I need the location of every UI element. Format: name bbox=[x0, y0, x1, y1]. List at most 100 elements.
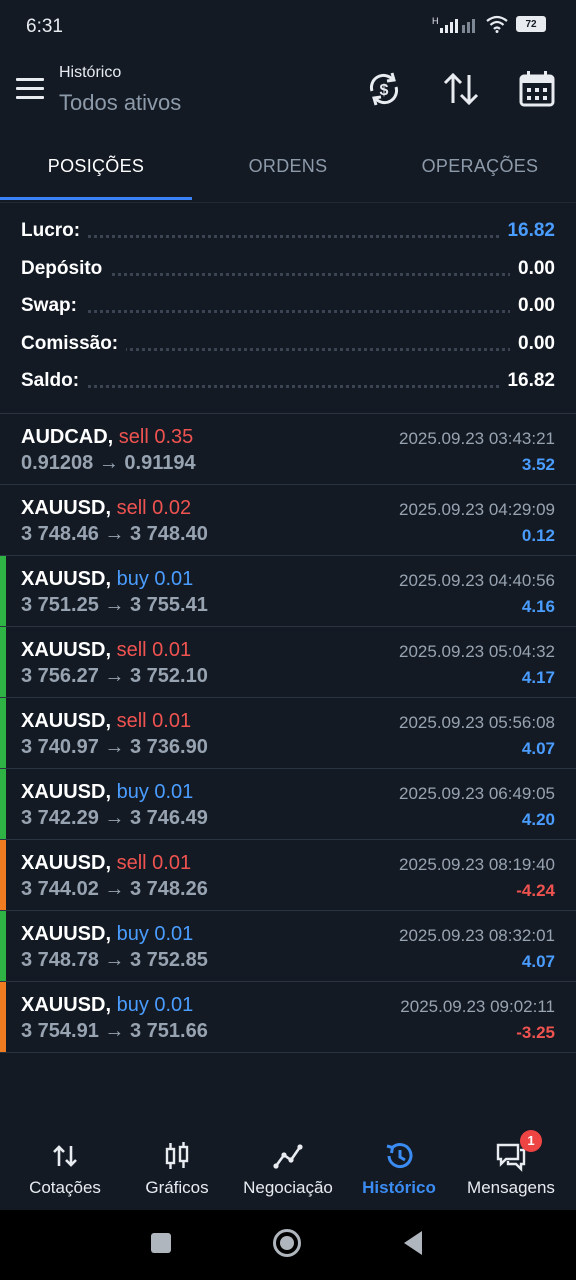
currency-exchange-icon[interactable]: $ bbox=[364, 69, 404, 109]
nav-charts-label: Gráficos bbox=[145, 1178, 209, 1197]
position-side-volume: buy 0.01 bbox=[116, 568, 194, 590]
symbol-filter[interactable]: Todos ativos bbox=[59, 90, 181, 116]
nav-quotes[interactable]: Cotações bbox=[10, 1128, 120, 1210]
active-tab-indicator bbox=[0, 197, 192, 200]
leader-dots bbox=[21, 310, 555, 313]
position-row[interactable]: XAUUSD, sell 0.01 3 740.97 → 3 736.90 2025… bbox=[0, 698, 576, 769]
position-side-volume: buy 0.01 bbox=[116, 994, 194, 1016]
nav-trade-label: Negociação bbox=[243, 1178, 333, 1197]
position-time: 2025.09.23 06:49:05 bbox=[399, 784, 555, 803]
leader-dots bbox=[21, 235, 555, 238]
battery-icon: 72 bbox=[516, 16, 546, 32]
position-profit: -3.25 bbox=[516, 1023, 555, 1042]
position-prices: 3 748.78 → 3 752.85 bbox=[21, 949, 208, 971]
position-symbol: XAUUSD, bbox=[21, 710, 112, 732]
nav-charts[interactable]: Gráficos bbox=[122, 1128, 232, 1210]
back-icon[interactable] bbox=[402, 1230, 424, 1256]
position-symbol: XAUUSD, bbox=[21, 852, 112, 874]
position-prices: 3 756.27 → 3 752.10 bbox=[21, 665, 208, 687]
summary-value: 0.00 bbox=[510, 257, 555, 280]
result-indicator bbox=[0, 982, 6, 1052]
tab-deals[interactable]: OPERAÇÕES bbox=[384, 140, 576, 200]
charts-icon bbox=[165, 1142, 189, 1169]
summary-value: 0.00 bbox=[510, 295, 555, 317]
position-prices: 0.91208 → 0.91194 bbox=[21, 452, 196, 474]
position-time: 2025.09.23 04:40:56 bbox=[399, 571, 555, 590]
position-profit: 4.17 bbox=[521, 668, 555, 687]
summary-value: 0.00 bbox=[510, 332, 555, 355]
trade-icon bbox=[273, 1144, 303, 1169]
messages-badge: 1 bbox=[520, 1130, 542, 1152]
tab-orders[interactable]: ORDENS bbox=[192, 140, 384, 200]
position-profit: 4.07 bbox=[521, 952, 555, 971]
battery-level: 72 bbox=[525, 18, 537, 30]
summary-label: Comissão: bbox=[21, 332, 127, 355]
result-indicator bbox=[0, 698, 6, 768]
summary-label: Lucro: bbox=[21, 220, 89, 242]
nav-messages[interactable]: 1 Mensagens bbox=[456, 1128, 566, 1210]
position-row[interactable]: XAUUSD, buy 0.01 3 751.25 → 3 755.41 2025.… bbox=[0, 556, 576, 627]
nav-history[interactable]: Histórico bbox=[344, 1128, 454, 1210]
status-time: 6:31 bbox=[26, 16, 63, 37]
position-prices: 3 754.91 → 3 751.66 bbox=[21, 1020, 208, 1042]
result-indicator bbox=[0, 769, 6, 839]
position-row[interactable]: XAUUSD, sell 0.01 3 756.27 → 3 752.10 2025… bbox=[0, 627, 576, 698]
summary-row: Lucro: 16.82 bbox=[0, 212, 576, 250]
position-symbol-line: XAUUSD, buy 0.01 bbox=[21, 568, 193, 591]
position-side-volume: sell 0.35 bbox=[118, 426, 194, 448]
position-row[interactable]: XAUUSD, buy 0.01 3 748.78 → 3 752.85 2025.… bbox=[0, 911, 576, 982]
position-symbol-line: XAUUSD, buy 0.01 bbox=[21, 923, 193, 946]
position-row[interactable]: XAUUSD, sell 0.02 3 748.46 → 3 748.40 2025… bbox=[0, 485, 576, 556]
summary-row: Depósito 0.00 bbox=[0, 250, 576, 288]
position-side-volume: sell 0.01 bbox=[116, 710, 192, 732]
position-row[interactable]: AUDCAD, sell 0.35 0.91208 → 0.91194 2025.0… bbox=[0, 414, 576, 485]
position-symbol-line: XAUUSD, sell 0.01 bbox=[21, 710, 191, 733]
recents-icon[interactable] bbox=[150, 1232, 172, 1254]
position-time: 2025.09.23 05:56:08 bbox=[399, 713, 555, 732]
history-tabs: POSIÇÕES ORDENS OPERAÇÕES bbox=[0, 140, 576, 203]
position-symbol-line: XAUUSD, sell 0.02 bbox=[21, 497, 191, 520]
nav-quotes-label: Cotações bbox=[29, 1178, 101, 1197]
position-symbol-line: XAUUSD, sell 0.01 bbox=[21, 852, 191, 875]
position-row[interactable]: XAUUSD, buy 0.01 3 742.29 → 3 746.49 2025.… bbox=[0, 769, 576, 840]
calendar-icon[interactable] bbox=[517, 69, 557, 109]
signal-icon: H bbox=[432, 16, 475, 33]
sort-icon[interactable] bbox=[441, 69, 481, 109]
result-indicator bbox=[0, 840, 6, 910]
summary-label: Saldo: bbox=[21, 370, 88, 392]
position-symbol-line: XAUUSD, buy 0.01 bbox=[21, 994, 193, 1017]
position-symbol: XAUUSD, bbox=[21, 639, 112, 661]
position-symbol: XAUUSD, bbox=[21, 923, 112, 945]
app-header: Histórico Todos ativos $ bbox=[0, 54, 576, 134]
position-profit: -4.24 bbox=[516, 881, 555, 900]
summary-row: Comissão: 0.00 bbox=[0, 325, 576, 363]
summary-row: Swap: 0.00 bbox=[0, 287, 576, 325]
nav-trade[interactable]: Negociação bbox=[234, 1128, 342, 1210]
position-time: 2025.09.23 04:29:09 bbox=[399, 500, 555, 519]
position-profit: 4.07 bbox=[521, 739, 555, 758]
result-indicator bbox=[0, 911, 6, 981]
position-symbol-line: XAUUSD, buy 0.01 bbox=[21, 781, 193, 804]
position-row[interactable]: XAUUSD, buy 0.01 3 754.91 → 3 751.66 2025.… bbox=[0, 982, 576, 1053]
result-indicator bbox=[0, 627, 6, 697]
position-profit: 0.12 bbox=[521, 526, 555, 545]
position-symbol: XAUUSD, bbox=[21, 994, 112, 1016]
position-row[interactable]: XAUUSD, sell 0.01 3 744.02 → 3 748.26 2025… bbox=[0, 840, 576, 911]
nav-history-label: Histórico bbox=[362, 1178, 436, 1197]
summary-label: Depósito bbox=[21, 257, 111, 280]
tab-positions[interactable]: POSIÇÕES bbox=[0, 140, 192, 200]
summary-row: Saldo: 16.82 bbox=[0, 362, 576, 400]
position-time: 2025.09.23 03:43:21 bbox=[399, 429, 555, 448]
position-time: 2025.09.23 05:04:32 bbox=[399, 642, 555, 661]
position-side-volume: sell 0.01 bbox=[116, 852, 192, 874]
result-indicator bbox=[0, 414, 6, 484]
menu-icon[interactable] bbox=[16, 78, 44, 102]
position-prices: 3 751.25 → 3 755.41 bbox=[21, 594, 208, 616]
status-bar: 6:31 H 72 bbox=[0, 0, 576, 54]
home-icon[interactable] bbox=[272, 1228, 302, 1258]
position-prices: 3 744.02 → 3 748.26 bbox=[21, 878, 208, 900]
nav-messages-label: Mensagens bbox=[467, 1178, 555, 1197]
position-time: 2025.09.23 08:19:40 bbox=[399, 855, 555, 874]
summary-panel: Lucro: 16.82 Depósito 0.00 Swap: 0.00 Comissão… bbox=[0, 212, 576, 400]
page-title: Histórico bbox=[59, 64, 122, 81]
